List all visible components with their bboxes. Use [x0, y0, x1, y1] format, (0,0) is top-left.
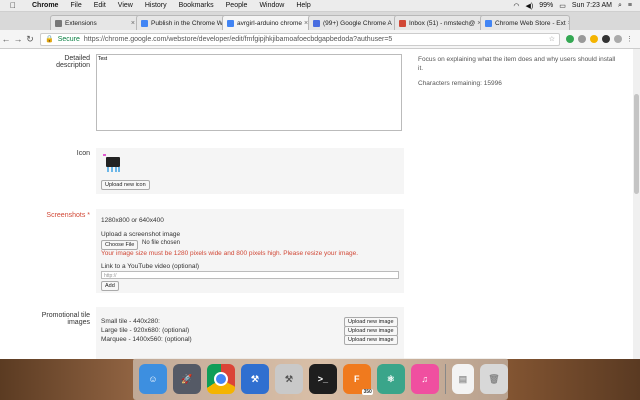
scrollbar[interactable] — [633, 49, 640, 359]
tab-title: Extensions — [65, 19, 97, 27]
size-hint: 1280x800 or 640x400 — [101, 217, 164, 224]
screenshots-label: Screenshots * — [46, 212, 90, 219]
menu-view[interactable]: View — [118, 2, 133, 9]
menu-bookmarks[interactable]: Bookmarks — [179, 2, 214, 9]
tab-title: Chrome Web Store - Ext — [495, 19, 566, 27]
tab-strip: Extensions× Publish in the Chrome W× avr… — [0, 12, 640, 30]
tab-title: avrgirl-arduino chrome — [237, 19, 303, 27]
youtube-label: Link to a YouTube video (optional) — [101, 263, 200, 270]
chrome-icon — [141, 19, 148, 27]
dock: ☺ 🚀 ⚒ ⚒ >_ F 350 ⚛ ♫ ▤ 🗑 — [133, 358, 508, 400]
extension-icon[interactable] — [566, 35, 574, 43]
url-text: https://chrome.google.com/webstore/devel… — [83, 35, 393, 43]
browser-toolbar: ← → ↻ 🔒 Secure https://chrome.google.com… — [0, 30, 640, 49]
choose-file-button[interactable]: Choose File — [101, 240, 139, 250]
menu-bar:  Chrome File Edit View History Bookmark… — [0, 0, 640, 12]
icon-label: Icon — [76, 150, 90, 157]
menu-list-icon[interactable]: ≡ — [628, 2, 632, 9]
secure-label: Secure — [57, 35, 80, 43]
file-icon[interactable]: ▤ — [451, 364, 475, 394]
size-error: Your image size must be 1280 pixels wide… — [101, 250, 359, 257]
help-text: Focus on explaining what the item does a… — [418, 56, 616, 72]
address-bar[interactable]: 🔒 Secure https://chrome.google.com/webst… — [40, 32, 560, 46]
extension-icon[interactable] — [614, 35, 622, 43]
detailed-description-label: Detailed description — [56, 55, 90, 69]
tab-avrgirl[interactable]: avrgirl-arduino chrome × — [222, 15, 312, 30]
page-content: Detailed description Test Focus on explai… — [0, 49, 640, 359]
youtube-url-input[interactable]: http:// — [101, 271, 399, 279]
finder-icon[interactable]: ☺ — [139, 364, 167, 394]
menu-window[interactable]: Window — [259, 2, 284, 9]
characters-remaining: Characters remaining: 15996 — [418, 80, 502, 87]
webstore-icon — [485, 19, 492, 27]
close-icon[interactable]: × — [129, 20, 135, 27]
terminal-icon[interactable]: >_ — [308, 364, 337, 394]
scrollbar-thumb[interactable] — [634, 94, 639, 194]
launchpad-icon[interactable]: 🚀 — [172, 364, 201, 394]
menu-file[interactable]: File — [70, 2, 81, 9]
tab-extensions[interactable]: Extensions × — [50, 15, 140, 30]
star-icon[interactable]: ☆ — [549, 35, 555, 43]
no-file-chosen: No file chosen — [142, 240, 181, 246]
forum-icon — [313, 19, 320, 27]
battery-icon[interactable]: ▭ — [559, 2, 566, 10]
volume-icon[interactable]: ◀) — [526, 2, 534, 10]
tab-web-store[interactable]: Chrome Web Store - Ext× — [480, 15, 570, 30]
chip-icon — [103, 154, 120, 172]
chrome-icon[interactable] — [206, 364, 235, 394]
upload-screenshot-label: Upload a screenshot image — [101, 231, 181, 238]
large-tile-label: Large tile - 920x680: (optional) — [101, 327, 190, 334]
puzzle-icon — [55, 19, 62, 27]
gmail-icon — [399, 19, 406, 27]
trash-icon[interactable]: 🗑 — [480, 364, 508, 394]
promo-panel: Small tile - 440x280: Large tile - 920x6… — [96, 307, 404, 359]
lock-icon: 🔒 — [45, 36, 54, 43]
extension-icon[interactable] — [578, 35, 586, 43]
tab-inbox[interactable]: Inbox (51) - nmstech@× — [394, 15, 484, 30]
menu-people[interactable]: People — [226, 2, 248, 9]
extension-icons — [566, 35, 622, 43]
dock-separator — [444, 364, 446, 394]
promo-tile-label: Promotional tile images — [41, 312, 90, 326]
screenshots-panel: 1280x800 or 640x400 Upload a screenshot … — [96, 209, 404, 293]
close-icon[interactable]: × — [566, 20, 569, 27]
menu-help[interactable]: Help — [296, 2, 310, 9]
status-area: ◠ ◀) 99% ▭ Sun 7:23 AM ⌕ ≡ — [513, 2, 640, 10]
icon-panel: Upload new icon — [96, 148, 404, 194]
menu-app-name[interactable]: Chrome — [32, 2, 58, 9]
menu-history[interactable]: History — [145, 2, 167, 9]
wifi-icon[interactable]: ◠ — [513, 2, 519, 10]
reload-icon[interactable]: ↻ — [24, 34, 36, 45]
tab-google-chrome[interactable]: (99+) Google Chrome A× — [308, 15, 398, 30]
itunes-icon[interactable]: ♫ — [410, 364, 439, 394]
extension-icon[interactable] — [590, 35, 598, 43]
upload-icon-button[interactable]: Upload new icon — [101, 180, 150, 190]
tab-title: Publish in the Chrome W — [151, 19, 223, 27]
marquee-label: Marquee - 1400x560: (optional) — [101, 336, 192, 343]
clock[interactable]: Sun 7:23 AM — [572, 2, 612, 9]
add-video-button[interactable]: Add — [101, 281, 119, 291]
git-tower-icon[interactable]: ⚒ — [274, 364, 303, 394]
battery-percent: 99% — [539, 2, 554, 9]
description-textarea[interactable]: Test — [96, 54, 402, 131]
menu-edit[interactable]: Edit — [94, 2, 106, 9]
atom-icon[interactable]: ⚛ — [376, 364, 405, 394]
xcode-icon[interactable]: ⚒ — [240, 364, 269, 394]
fusion-icon[interactable]: F 350 — [342, 364, 373, 395]
more-icon[interactable]: ⋮ — [626, 35, 633, 43]
badge: 350 — [362, 389, 373, 395]
upload-marquee-button[interactable]: Upload new image — [344, 335, 398, 345]
tab-title: (99+) Google Chrome A — [323, 19, 392, 27]
chrome-icon — [227, 19, 234, 27]
back-icon[interactable]: ← — [0, 34, 12, 44]
search-icon[interactable]: ⌕ — [618, 2, 622, 10]
extension-icon[interactable] — [602, 35, 610, 43]
forward-icon[interactable]: → — [12, 34, 24, 44]
tab-title: Inbox (51) - nmstech@ — [409, 19, 476, 27]
tab-publish[interactable]: Publish in the Chrome W× — [136, 15, 226, 30]
small-tile-label: Small tile - 440x280: — [101, 318, 160, 325]
apple-icon[interactable]:  — [10, 1, 20, 10]
